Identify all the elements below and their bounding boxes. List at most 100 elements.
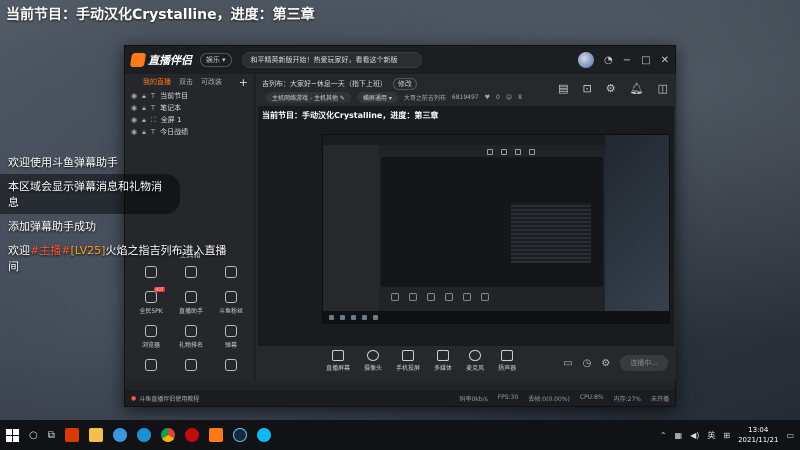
live-controls: ▭ ◷ ⚙ 连播中... bbox=[563, 355, 668, 371]
minimize-icon[interactable]: − bbox=[623, 55, 631, 66]
nested-top-tools bbox=[487, 149, 535, 155]
tool-label: 直播助手 bbox=[178, 308, 203, 315]
qq-icon[interactable] bbox=[256, 428, 271, 442]
nested-code-window bbox=[511, 203, 591, 263]
host-tag: #主播# bbox=[30, 244, 71, 257]
tool-button[interactable] bbox=[211, 359, 251, 374]
input-language[interactable]: 英 bbox=[707, 430, 715, 441]
task-view-icon[interactable]: ⧉ bbox=[48, 430, 55, 441]
tool-button[interactable] bbox=[171, 359, 211, 374]
input-mode-icon[interactable]: ⊞ bbox=[723, 431, 730, 440]
eye-icon[interactable]: ◉ bbox=[131, 92, 137, 100]
toolbox-grid: HOT 全民5PK 直播助手 斗鱼粉丝 浏览器 礼物排名 弹幕 bbox=[131, 266, 251, 374]
stream-preview[interactable]: 当前节目：手动汉化Crystalline，进度：第三章 bbox=[258, 106, 674, 346]
folder-icon[interactable] bbox=[88, 428, 103, 442]
mode-dropdown[interactable]: 娱乐 ▾ bbox=[200, 53, 232, 67]
eye-icon[interactable]: ◉ bbox=[131, 116, 137, 124]
settings-icon[interactable]: ⚙ bbox=[606, 82, 616, 95]
chrome-icon[interactable] bbox=[160, 428, 175, 442]
camera-button[interactable]: 摄像头 bbox=[364, 350, 382, 372]
edit-room-button[interactable]: 修改 bbox=[392, 78, 417, 90]
tab-double[interactable]: 双击 bbox=[179, 77, 193, 87]
clock[interactable]: 13:04 2021/11/21 bbox=[738, 425, 778, 445]
memory-stat: 内存:27% bbox=[613, 395, 641, 403]
tool-button[interactable]: 斗鱼粉丝 bbox=[211, 291, 251, 315]
settings-icon[interactable]: ⚙ bbox=[601, 358, 610, 369]
notice-banner[interactable]: 和平精英新版开始！热爱玩家好，看看这个新版 bbox=[241, 52, 422, 68]
nested-sidebar bbox=[323, 145, 379, 321]
tab-my-live[interactable]: 我的直播 bbox=[143, 77, 171, 87]
search-icon[interactable]: ○ bbox=[29, 430, 38, 441]
timer-icon[interactable]: ◷ bbox=[583, 358, 592, 369]
tab-modify[interactable]: 可改装 bbox=[201, 77, 222, 87]
layout-icon[interactable]: ◫ bbox=[658, 82, 668, 95]
control-label: 手机投屏 bbox=[396, 365, 421, 372]
danmaku-message: 欢迎使用斗鱼弹幕助手 bbox=[8, 156, 118, 169]
windows-taskbar: ○ ⧉ ⌃ ▦ ◀) 英 ⊞ 13:04 2021/11/21 ▭ bbox=[0, 420, 800, 450]
maximize-icon[interactable]: □ bbox=[641, 55, 650, 66]
record-icon[interactable]: ▭ bbox=[563, 358, 572, 369]
network-icon[interactable]: ▦ bbox=[675, 431, 683, 440]
screen-capture-button[interactable]: 直播屏幕 bbox=[326, 350, 350, 372]
room-header: 吉列布：大家好~休息一天（指下上班） 修改 bbox=[262, 78, 417, 90]
level-badge: [LV25] bbox=[70, 244, 106, 257]
tool-button[interactable]: 直播助手 bbox=[171, 291, 211, 315]
lock-icon[interactable]: 🔒︎ bbox=[142, 116, 146, 125]
steam-icon[interactable] bbox=[232, 428, 247, 442]
stream-title-overlay: 当前节目：手动汉化Crystalline，进度：第三章 bbox=[6, 7, 315, 23]
logo-text: 直播伴侣 bbox=[148, 54, 192, 67]
cpu-stat: CPU:8% bbox=[579, 393, 604, 401]
avatar[interactable] bbox=[578, 52, 595, 68]
like-count: 0 bbox=[496, 94, 500, 101]
notification-icon[interactable]: ▭ bbox=[786, 431, 794, 440]
eye-icon[interactable]: ◉ bbox=[131, 128, 137, 136]
lock-icon[interactable]: 🔒︎ bbox=[142, 104, 146, 113]
room-info: 主机网络游戏 - 主机其他 ✎ 横屏通用 ▾ 大哥之前吉列布 6819497 ♥… bbox=[266, 92, 522, 103]
add-scene-icon[interactable]: + bbox=[239, 76, 248, 89]
media-button[interactable]: 多媒体 bbox=[434, 350, 452, 372]
lock-icon[interactable]: ⊡ bbox=[583, 82, 592, 95]
tool-label: 斗鱼粉丝 bbox=[218, 308, 243, 315]
tool-button[interactable] bbox=[131, 359, 171, 374]
tool-button-danmaku[interactable]: 弹幕 bbox=[211, 325, 251, 349]
close-icon[interactable]: ✕ bbox=[661, 55, 669, 66]
eye-icon[interactable]: ◉ bbox=[131, 104, 137, 112]
source-item[interactable]: ◉ 🔒︎ ⛶ 全屏 1 bbox=[131, 114, 254, 126]
volume-icon[interactable]: ◀) bbox=[690, 431, 699, 440]
bell-icon[interactable]: 🔔︎ bbox=[630, 82, 644, 95]
speaker-button[interactable]: 扬声器 bbox=[498, 350, 516, 372]
source-item[interactable]: ◉ 🔒︎ T 笔记本 bbox=[131, 102, 254, 114]
edge-icon[interactable] bbox=[136, 428, 151, 442]
live-assistant-icon[interactable] bbox=[208, 428, 223, 442]
app-icon[interactable] bbox=[112, 428, 127, 442]
tool-button-pk[interactable]: HOT 全民5PK bbox=[131, 287, 171, 315]
clipboard-icon[interactable]: ▤ bbox=[558, 82, 568, 95]
lock-icon[interactable]: 🔒︎ bbox=[142, 128, 146, 137]
system-tray: ⌃ ▦ ◀) 英 ⊞ 13:04 2021/11/21 ▭ bbox=[660, 425, 794, 445]
control-label: 多媒体 bbox=[434, 365, 453, 372]
source-item[interactable]: ◉ 🔒︎ T 当前节目 bbox=[131, 90, 254, 102]
microphone-button[interactable]: 麦克风 bbox=[466, 350, 484, 372]
download-icon bbox=[185, 291, 197, 303]
source-list: ◉ 🔒︎ T 当前节目 ◉ 🔒︎ T 笔记本 ◉ 🔒︎ ⛶ 全屏 1 ◉ 🔒︎ … bbox=[125, 90, 254, 138]
tool-button-browser[interactable]: 浏览器 bbox=[131, 325, 171, 349]
help-link[interactable]: ● 斗鱼直播伴侣使用教程 bbox=[131, 394, 199, 403]
pk-icon: HOT bbox=[145, 287, 165, 303]
status-bar: ● 斗鱼直播伴侣使用教程 码率0kb/s FPS:30 丢帧:0(0.00%) … bbox=[125, 390, 675, 406]
category-selector[interactable]: 主机网络游戏 - 主机其他 ✎ bbox=[266, 92, 351, 103]
source-item[interactable]: ◉ 🔒︎ T 今日战绩 bbox=[131, 126, 254, 138]
live-type-selector[interactable]: 横屏通用 ▾ bbox=[356, 92, 398, 103]
start-live-button[interactable]: 连播中... bbox=[620, 355, 668, 371]
danmaku-message: 添加弹幕助手成功 bbox=[8, 220, 96, 233]
tool-button[interactable]: 礼物排名 bbox=[171, 325, 211, 349]
app-titlebar: 直播伴侣 娱乐 ▾ 和平精英新版开始！热爱玩家好，看看这个新版 ◔ − □ ✕ bbox=[125, 46, 675, 74]
lock-icon[interactable]: 🔒︎ bbox=[142, 92, 146, 101]
nested-titlebar bbox=[323, 135, 605, 145]
chevron-up-icon[interactable]: ⌃ bbox=[660, 431, 667, 440]
windows-start-icon[interactable] bbox=[6, 428, 19, 442]
nested-preview bbox=[381, 157, 603, 287]
skin-icon[interactable]: ◔ bbox=[604, 55, 613, 66]
office-icon[interactable] bbox=[64, 428, 79, 442]
netease-music-icon[interactable] bbox=[184, 428, 199, 442]
phone-cast-button[interactable]: 手机投屏 bbox=[396, 350, 420, 372]
